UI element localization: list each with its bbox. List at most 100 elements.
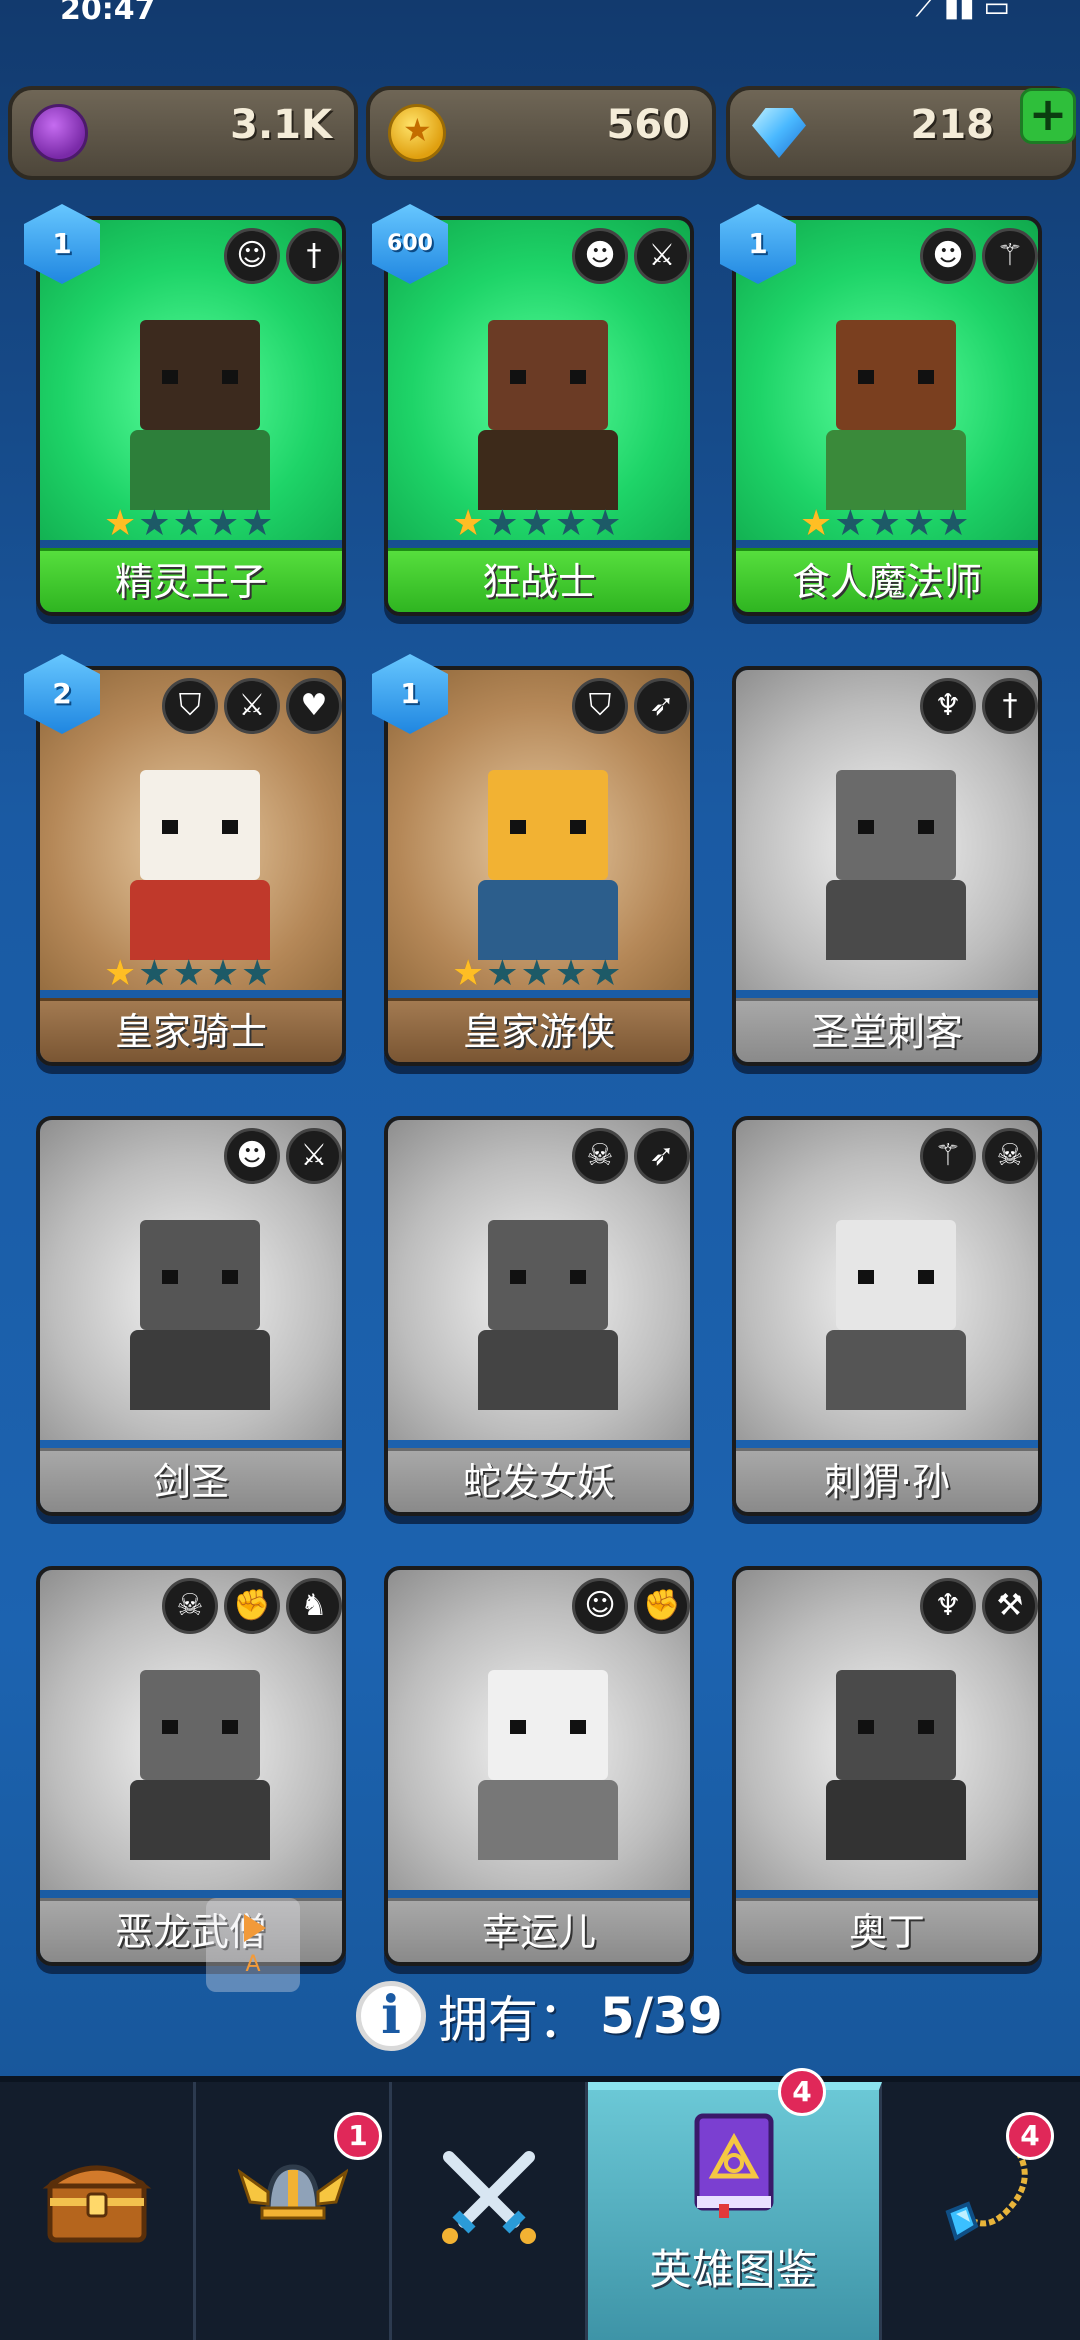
treasure-chest-icon — [42, 2165, 151, 2243]
bottom-nav: 1 英雄图鉴 4 4 — [0, 2068, 1080, 2340]
hero-name: 剑圣 — [40, 1448, 342, 1512]
fist-icon: ✊ — [224, 1578, 280, 1634]
hero-eyes — [858, 1270, 934, 1284]
hero-card[interactable]: ♆ ⚒ 奥丁 — [732, 1566, 1042, 1966]
star-rating: ★ ★ ★ ★ ★ — [104, 956, 273, 992]
amulet-icon — [945, 2150, 1028, 2242]
currency-value: 3.1K — [230, 102, 332, 148]
hero-card[interactable]: ☻ ⚚ ★ ★ ★ ★ ★ 食人魔法师 — [732, 216, 1042, 616]
nav-item-items[interactable]: 4 — [882, 2082, 1080, 2340]
hero-card[interactable]: ☺ † ★ ★ ★ ★ ★ 精灵王子 — [36, 216, 346, 616]
hero-name: 食人魔法师 — [736, 548, 1038, 612]
star-empty-icon: ★ — [868, 503, 901, 544]
star-filled-icon: ★ — [452, 503, 485, 544]
dagger-icon: † — [982, 678, 1038, 734]
hero-eyes — [858, 1720, 934, 1734]
notification-badge: 4 — [1006, 2112, 1054, 2160]
star-empty-icon: ★ — [589, 953, 622, 994]
hero-name: 皇家游侠 — [388, 998, 690, 1062]
hero-card[interactable]: ⚚ ☠ 刺猬·孙 — [732, 1116, 1042, 1516]
hero-eyes — [162, 820, 238, 834]
nav-item-chest[interactable] — [0, 2082, 196, 2340]
elf-face-icon: ☺ — [224, 228, 280, 284]
hero-card[interactable]: ⛉ ➶ ★ ★ ★ ★ ★ 皇家游侠 — [384, 666, 694, 1066]
star-empty-icon: ★ — [138, 503, 171, 544]
star-empty-icon: ★ — [520, 953, 553, 994]
star-rating: ★ ★ ★ ★ ★ — [452, 956, 621, 992]
hero-eyes — [510, 1720, 586, 1734]
hero-eyes — [162, 1270, 238, 1284]
winged-helmet-icon — [237, 2164, 348, 2220]
hero-figure — [448, 720, 638, 960]
hero-card[interactable]: ☠ ➶ 蛇发女妖 — [384, 1116, 694, 1516]
staff-icon: ⚚ — [920, 1128, 976, 1184]
star-empty-icon: ★ — [520, 503, 553, 544]
star-empty-icon: ★ — [834, 503, 867, 544]
star-empty-icon: ★ — [172, 503, 205, 544]
hero-name: 幸运儿 — [388, 1898, 690, 1962]
hero-name: 皇家骑士 — [40, 998, 342, 1062]
hero-eyes — [510, 370, 586, 384]
hero-figure — [796, 1620, 986, 1860]
hero-figure — [448, 1170, 638, 1410]
hero-body — [478, 880, 618, 960]
status-bar: 20:47 ⟋ ▮▮ ▭ — [0, 0, 1080, 50]
hero-body — [826, 1330, 966, 1410]
nav-item-battle[interactable] — [392, 2082, 588, 2340]
gem-icon — [752, 108, 806, 158]
notification-badge: 4 — [778, 2068, 826, 2116]
hero-body — [130, 880, 270, 960]
floating-play-overlay[interactable]: A — [206, 1898, 300, 1992]
hero-body — [478, 430, 618, 510]
bow-icon: ➶ — [634, 1128, 690, 1184]
orc-face-icon: ☻ — [572, 228, 628, 284]
notification-badge: 1 — [334, 2112, 382, 2160]
star-rating: ★ ★ ★ ★ ★ — [104, 506, 273, 542]
sword-icon: ⚔ — [224, 678, 280, 734]
hero-name: 刺猬·孙 — [736, 1448, 1038, 1512]
star-empty-icon: ★ — [937, 503, 970, 544]
wings-icon: ♆ — [920, 678, 976, 734]
star-empty-icon: ★ — [554, 953, 588, 994]
hero-name: 蛇发女妖 — [388, 1448, 690, 1512]
hero-name: 狂战士 — [388, 548, 690, 612]
fist-icon: ✊ — [634, 1578, 690, 1634]
hero-card[interactable]: ⛉ ⚔ ♥ ★ ★ ★ ★ ★ 皇家骑士 — [36, 666, 346, 1066]
add-gems-button[interactable]: + — [1020, 88, 1076, 144]
hero-figure — [100, 1170, 290, 1410]
info-icon[interactable]: i — [356, 1981, 426, 2051]
nav-item-heroes[interactable]: 1 — [196, 2082, 392, 2340]
hero-body — [826, 430, 966, 510]
currency-gold-coins: 560 — [366, 86, 716, 180]
hero-card[interactable]: ☺ ✊ 幸运儿 — [384, 1566, 694, 1966]
hero-body — [478, 1330, 618, 1410]
star-filled-icon: ★ — [104, 503, 137, 544]
hero-figure — [796, 720, 986, 960]
hero-body — [478, 1780, 618, 1860]
hero-body — [130, 1780, 270, 1860]
helmet-icon: ⛉ — [572, 678, 628, 734]
hero-name: 精灵王子 — [40, 548, 342, 612]
demon-skull-icon: ☠ — [572, 1128, 628, 1184]
hero-card[interactable]: ☻ ⚔ 剑圣 — [36, 1116, 346, 1516]
star-empty-icon: ★ — [486, 503, 519, 544]
owned-count: i 拥有： 5/39 — [356, 1980, 723, 2052]
hero-card[interactable]: ☻ ⚔ ★ ★ ★ ★ ★ 狂战士 — [384, 216, 694, 616]
star-empty-icon: ★ — [172, 953, 205, 994]
star-filled-icon: ★ — [452, 953, 485, 994]
star-filled-icon: ★ — [800, 503, 833, 544]
status-time: 20:47 — [60, 0, 156, 27]
star-rating: ★ ★ ★ ★ ★ — [452, 506, 621, 542]
hero-eyes — [162, 370, 238, 384]
heart-icon: ♥ — [286, 678, 342, 734]
nav-item-codex[interactable]: 英雄图鉴 4 — [588, 2068, 882, 2340]
star-empty-icon: ★ — [486, 953, 519, 994]
currency-gems: 218 + — [726, 86, 1076, 180]
currency-purple-tokens: 3.1K — [8, 86, 358, 180]
orc-face-icon: ☻ — [920, 228, 976, 284]
hero-figure — [796, 270, 986, 510]
crossed-swords-icon — [441, 2151, 536, 2244]
orc-face-icon: ☻ — [224, 1128, 280, 1184]
hero-body — [130, 430, 270, 510]
hero-card[interactable]: ♆ † 圣堂刺客 — [732, 666, 1042, 1066]
